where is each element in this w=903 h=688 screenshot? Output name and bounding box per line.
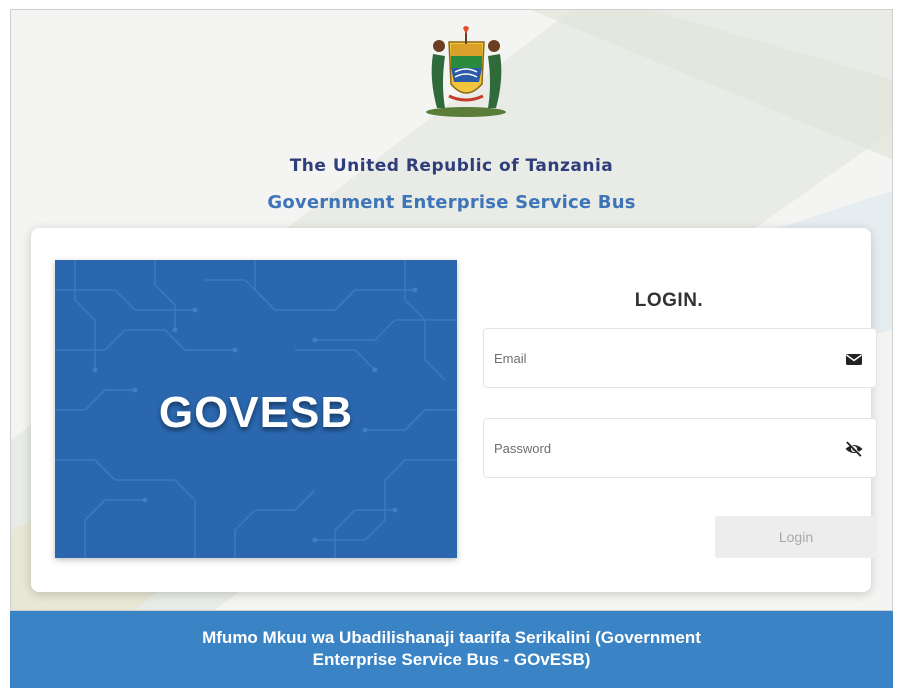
govesb-banner: GOVESB (55, 260, 457, 558)
login-heading: LOGIN. (634, 290, 704, 311)
eye-off-icon[interactable] (844, 439, 864, 459)
email-input[interactable] (494, 329, 814, 387)
tanzania-coat-of-arms-icon (426, 26, 506, 117)
footer-text-line2: Enterprise Service Bus - GOvESB) (312, 650, 591, 669)
govesb-logo-text: GOVESB (158, 388, 354, 437)
country-title: The United Republic of Tanzania (289, 156, 614, 176)
system-title: Government Enterprise Service Bus (267, 192, 636, 213)
footer-banner: Mfumo Mkuu wa Ubadilishanaji taarifa Ser… (10, 611, 893, 688)
password-input[interactable] (494, 419, 814, 477)
email-field[interactable] (483, 328, 877, 388)
password-field[interactable] (483, 418, 877, 478)
footer-text-line1: Mfumo Mkuu wa Ubadilishanaji taarifa Ser… (202, 628, 701, 647)
login-button[interactable]: Login (715, 516, 877, 558)
login-card: GOVESB LOGIN. Login (31, 228, 877, 592)
login-page: The United Republic of Tanzania Governme… (10, 9, 893, 611)
envelope-icon (846, 354, 862, 365)
